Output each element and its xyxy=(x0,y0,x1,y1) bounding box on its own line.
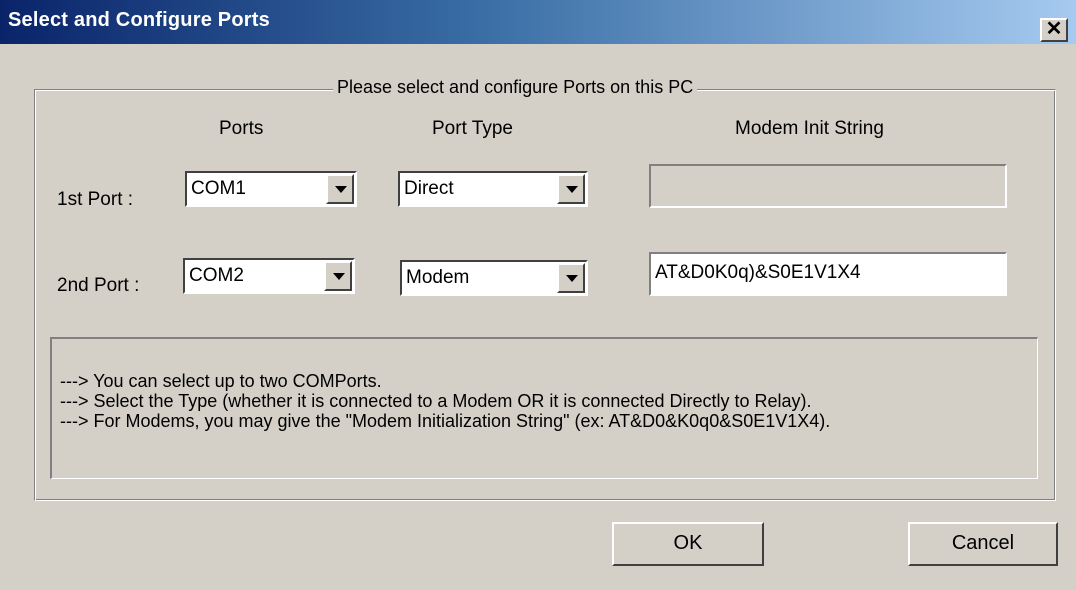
cancel-button[interactable]: Cancel xyxy=(908,522,1058,566)
port2-init-string-field[interactable]: AT&D0K0q)&S0E1V1X4 xyxy=(649,252,1007,296)
column-header-ports: Ports xyxy=(219,118,264,139)
port2-type-value: Modem xyxy=(406,267,470,288)
port2-init-string-value: AT&D0K0q)&S0E1V1X4 xyxy=(655,262,861,283)
group-legend: Please select and configure Ports on thi… xyxy=(333,76,698,98)
window-title: Select and Configure Ports xyxy=(8,9,270,31)
title-bar[interactable]: Select and Configure Ports ✕ xyxy=(0,0,1076,44)
info-panel: ---> You can select up to two COMPorts. … xyxy=(50,337,1038,479)
port2-port-value: COM2 xyxy=(189,265,244,286)
port1-type-value: Direct xyxy=(404,178,454,199)
port1-port-value: COM1 xyxy=(191,178,246,199)
chevron-down-icon[interactable] xyxy=(557,263,585,293)
info-line: ---> You can select up to two COMPorts. xyxy=(60,371,382,391)
port1-port-select[interactable]: COM1 xyxy=(185,171,357,207)
chevron-down-icon[interactable] xyxy=(324,261,352,291)
port1-init-string-field xyxy=(649,164,1007,208)
port2-type-select[interactable]: Modem xyxy=(400,260,588,296)
close-button[interactable]: ✕ xyxy=(1040,18,1068,42)
column-header-modem-init: Modem Init String xyxy=(735,118,884,139)
column-header-port-type: Port Type xyxy=(432,118,513,139)
info-line: ---> For Modems, you may give the "Modem… xyxy=(60,411,831,431)
port1-type-select[interactable]: Direct xyxy=(398,171,588,207)
ok-button[interactable]: OK xyxy=(612,522,764,566)
dialog-body: Please select and configure Ports on thi… xyxy=(0,44,1076,590)
row-label-2nd-port: 2nd Port : xyxy=(57,275,140,296)
row-label-1st-port: 1st Port : xyxy=(57,189,134,210)
close-icon: ✕ xyxy=(1045,18,1063,40)
info-line: ---> Select the Type (whether it is conn… xyxy=(60,391,812,411)
port2-port-select[interactable]: COM2 xyxy=(183,258,355,294)
chevron-down-icon[interactable] xyxy=(557,174,585,204)
chevron-down-icon[interactable] xyxy=(326,174,354,204)
